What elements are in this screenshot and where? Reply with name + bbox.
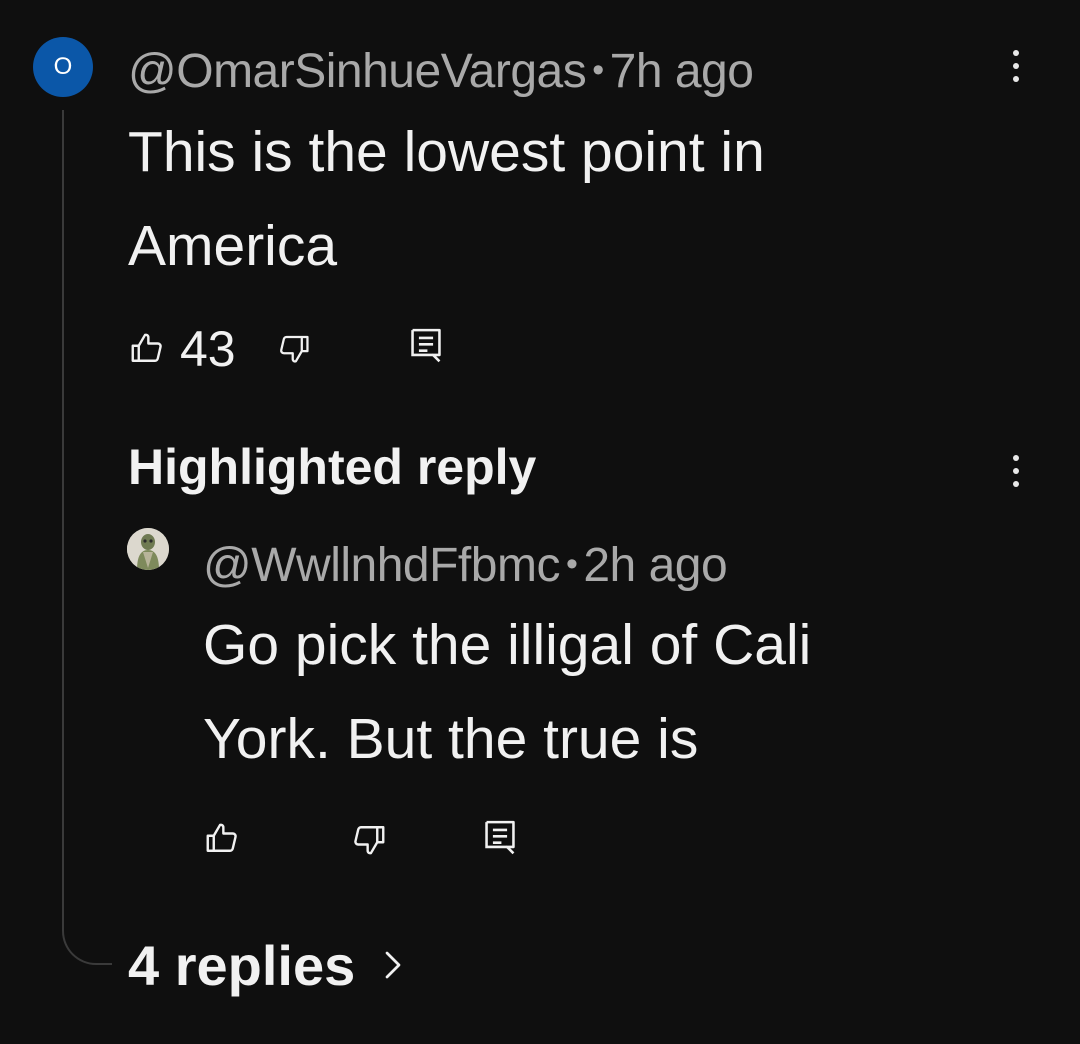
reply-time: 2h ago <box>583 539 728 592</box>
reply-text-line-2: York. But the true is <box>203 707 699 771</box>
thread-connector-line <box>62 110 112 965</box>
comment-header: @OmarSinhueVargas • 7h ago <box>128 45 754 98</box>
comment-text-line-2: America <box>128 214 338 278</box>
avatar-letter: O <box>53 53 73 80</box>
comment-time: 7h ago <box>609 45 754 98</box>
reply-thumbs-down-icon[interactable] <box>350 822 388 858</box>
comment-text-line-1: This is the lowest point in <box>128 120 765 184</box>
reply-header: @WwllnhdFfbmc • 2h ago <box>203 539 728 592</box>
highlighted-reply-more-vert-icon[interactable] <box>1001 449 1031 493</box>
thumbs-up-icon[interactable] <box>128 330 166 366</box>
chevron-right-icon[interactable] <box>384 950 402 980</box>
commenter-avatar[interactable]: O <box>33 37 93 97</box>
meta-separator: • <box>592 51 604 90</box>
reply-thumbs-up-icon[interactable] <box>203 820 241 856</box>
reply-comment-icon[interactable] <box>409 326 443 364</box>
thumbs-down-icon[interactable] <box>276 332 312 366</box>
meta-separator: • <box>565 545 578 584</box>
reply-author-avatar[interactable] <box>127 528 169 570</box>
highlighted-reply-label: Highlighted reply <box>128 439 537 495</box>
comment-author[interactable]: @OmarSinhueVargas <box>128 45 587 98</box>
reply-text-line-1: Go pick the illigal of Cali <box>203 613 812 677</box>
view-replies-button[interactable]: 4 replies <box>128 938 355 994</box>
comment-more-vert-icon[interactable] <box>1001 44 1031 88</box>
replies-count-label: 4 replies <box>128 934 356 997</box>
reply-author[interactable]: @WwllnhdFfbmc <box>203 539 560 592</box>
reply-avatar-image <box>127 528 169 570</box>
like-count: 43 <box>180 321 236 377</box>
reply-comment-reply-icon[interactable] <box>483 817 517 857</box>
